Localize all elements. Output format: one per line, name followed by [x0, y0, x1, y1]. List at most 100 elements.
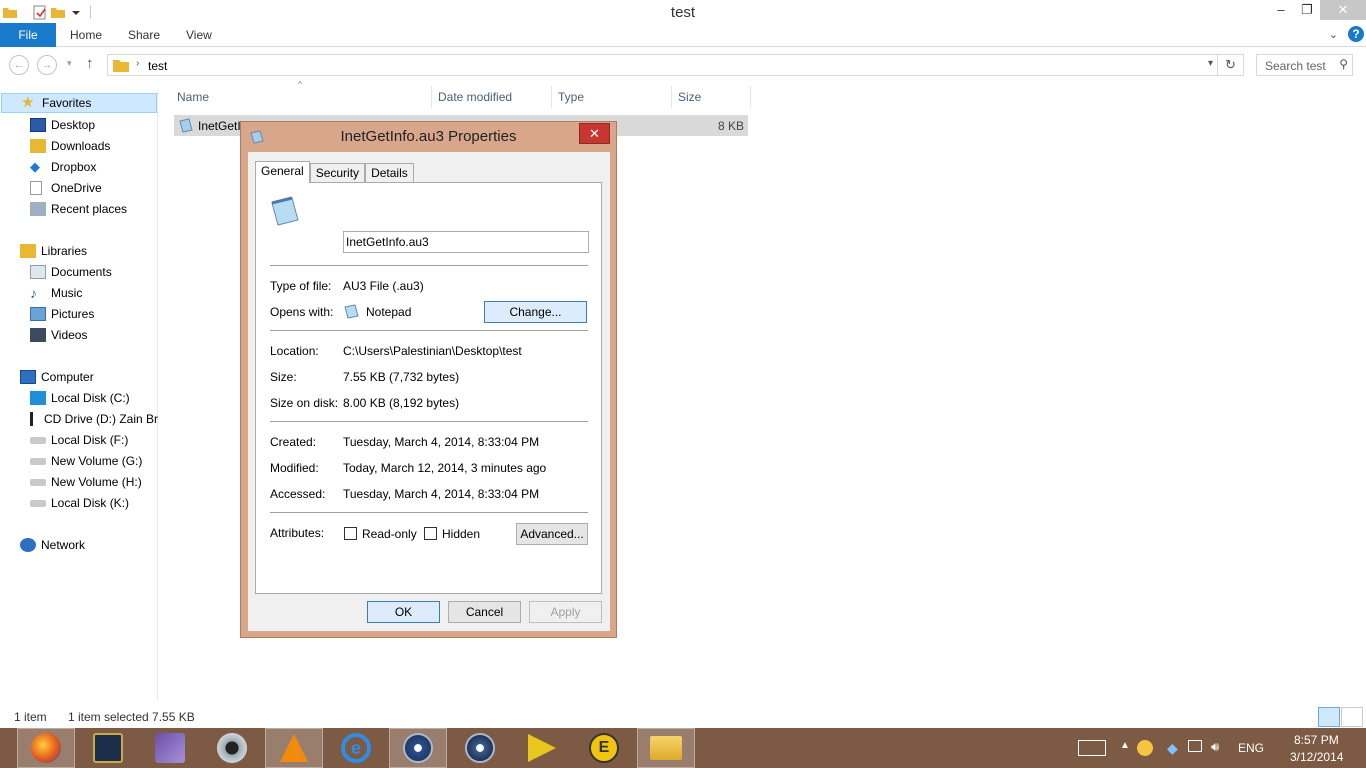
nav-pictures[interactable]: Pictures [30, 304, 94, 324]
media-player-taskbar-button[interactable] [513, 728, 571, 768]
read-only-checkbox[interactable] [344, 527, 357, 540]
ribbon: File Home Share View ⌄ ? [0, 23, 1366, 47]
dropbox-tray-icon[interactable]: ◆ [1167, 740, 1178, 757]
tab-general[interactable]: General [255, 161, 310, 183]
editor-taskbar-button[interactable]: E [575, 728, 633, 768]
nav-local-disk-k[interactable]: Local Disk (K:) [30, 493, 129, 513]
advanced-button[interactable]: Advanced... [516, 523, 588, 545]
refresh-button[interactable]: ↻ [1218, 54, 1244, 76]
hidden-label[interactable]: Hidden [442, 527, 480, 541]
nav-favorites[interactable]: ★ Favorites [1, 93, 157, 113]
libraries-icon [20, 244, 36, 258]
nav-network[interactable]: Network [20, 535, 85, 555]
column-divider[interactable] [750, 86, 751, 108]
nav-recent-places[interactable]: Recent places [30, 199, 127, 219]
autoit-icon [403, 733, 433, 763]
column-header-date-modified[interactable]: Date modified [438, 90, 512, 110]
nav-desktop[interactable]: Desktop [30, 115, 95, 135]
column-header-type[interactable]: Type [558, 90, 584, 110]
filename-input[interactable]: InetGetInfo.au3 [343, 231, 589, 253]
desktop-icon [30, 118, 46, 132]
modified-label: Modified: [270, 461, 319, 475]
tab-home[interactable]: Home [70, 23, 102, 47]
vlc-icon [280, 734, 308, 762]
vlc-taskbar-button[interactable] [265, 728, 323, 768]
tab-security[interactable]: Security [309, 163, 366, 183]
visual-studio-taskbar-button[interactable] [141, 728, 199, 768]
language-indicator[interactable]: ENG [1238, 741, 1264, 755]
league-of-legends-taskbar-button[interactable] [79, 728, 137, 768]
autoit-window-info-taskbar-button[interactable] [451, 728, 509, 768]
nav-new-volume-g[interactable]: New Volume (G:) [30, 451, 142, 471]
tab-share[interactable]: Share [128, 23, 160, 47]
column-header-size[interactable]: Size [678, 90, 701, 110]
clock-date[interactable]: 3/12/2014 [1290, 750, 1343, 764]
messenger-tray-icon[interactable] [1137, 740, 1153, 756]
read-only-label[interactable]: Read-only [362, 527, 417, 541]
minimize-button[interactable]: – [1268, 0, 1294, 20]
nav-computer[interactable]: Computer [20, 367, 94, 387]
nav-music[interactable]: ♪ Music [30, 283, 82, 303]
search-input[interactable]: Search test [1265, 59, 1326, 73]
tab-file[interactable]: File [0, 23, 56, 47]
large-icons-view-button[interactable] [1341, 707, 1363, 727]
apply-button[interactable]: Apply [529, 601, 602, 623]
back-button[interactable]: ← [9, 55, 29, 75]
breadcrumb-chevron-icon[interactable]: › [136, 58, 139, 69]
system-tray: ▲ ◆ 🔊︎ ENG 8:57 PM 3/12/2014 [1066, 728, 1366, 768]
nav-local-disk-f[interactable]: Local Disk (F:) [30, 430, 128, 450]
volume-icon[interactable]: 🔊︎ [1211, 739, 1219, 755]
nav-new-volume-h[interactable]: New Volume (H:) [30, 472, 142, 492]
nav-onedrive[interactable]: OneDrive [30, 178, 102, 198]
breadcrumb-test[interactable]: test [148, 59, 167, 73]
expand-ribbon-icon[interactable]: ⌄ [1329, 28, 1338, 41]
up-button[interactable]: ↑ [86, 55, 94, 72]
dialog-close-button[interactable]: ✕ [579, 123, 610, 144]
touch-keyboard-icon[interactable] [1078, 740, 1106, 756]
close-button[interactable]: ✕ [1320, 0, 1366, 20]
address-dropdown-icon[interactable]: ▾ [1208, 58, 1213, 69]
help-icon[interactable]: ? [1348, 26, 1364, 42]
recent-locations-chevron-icon[interactable]: ▾ [67, 58, 72, 69]
file-explorer-icon [650, 736, 682, 760]
created-label: Created: [270, 435, 317, 449]
file-size: 8 KB [717, 119, 744, 133]
column-header-name[interactable]: Name [177, 90, 209, 110]
internet-explorer-taskbar-button[interactable]: e [327, 728, 385, 768]
details-view-button[interactable] [1318, 707, 1340, 727]
item-count: 1 item [14, 710, 47, 724]
nav-local-disk-c[interactable]: Local Disk (C:) [30, 388, 130, 408]
column-divider[interactable] [551, 86, 552, 108]
show-hidden-icons-chevron-icon[interactable]: ▲ [1120, 740, 1130, 751]
maximize-button[interactable]: ❐ [1294, 0, 1320, 20]
hidden-checkbox[interactable] [424, 527, 437, 540]
file-explorer-taskbar-button[interactable] [637, 728, 695, 768]
star-icon: ★ [21, 94, 35, 111]
selection-info: 1 item selected 7.55 KB [68, 710, 195, 724]
tab-details[interactable]: Details [365, 163, 414, 183]
tab-view[interactable]: View [186, 23, 212, 47]
webcam-app-taskbar-button[interactable] [203, 728, 261, 768]
firefox-taskbar-button[interactable] [17, 728, 75, 768]
network-tray-icon[interactable] [1188, 740, 1202, 752]
forward-button[interactable]: → [37, 55, 57, 75]
ok-button[interactable]: OK [367, 601, 440, 623]
autoit-taskbar-button[interactable] [389, 728, 447, 768]
change-button[interactable]: Change... [484, 301, 587, 323]
nav-videos[interactable]: Videos [30, 325, 87, 345]
nav-downloads[interactable]: Downloads [30, 136, 110, 156]
clock-time[interactable]: 8:57 PM [1294, 733, 1339, 747]
column-divider[interactable] [671, 86, 672, 108]
cancel-button[interactable]: Cancel [448, 601, 521, 623]
search-box[interactable]: Search test ⚲ [1256, 54, 1353, 76]
notepad-file-icon [271, 196, 299, 226]
nav-cd-drive-d[interactable]: CD Drive (D:) Zain Br [30, 409, 158, 429]
address-bar[interactable]: › test ▾ [107, 54, 1218, 76]
nav-documents[interactable]: Documents [30, 262, 112, 282]
nav-dropbox[interactable]: ◆ Dropbox [30, 157, 96, 177]
column-divider[interactable] [431, 86, 432, 108]
nav-libraries[interactable]: Libraries [20, 241, 87, 261]
created-value: Tuesday, March 4, 2014, 8:33:04 PM [343, 435, 540, 449]
internet-explorer-icon: e [341, 733, 371, 763]
league-of-legends-icon [93, 733, 123, 763]
